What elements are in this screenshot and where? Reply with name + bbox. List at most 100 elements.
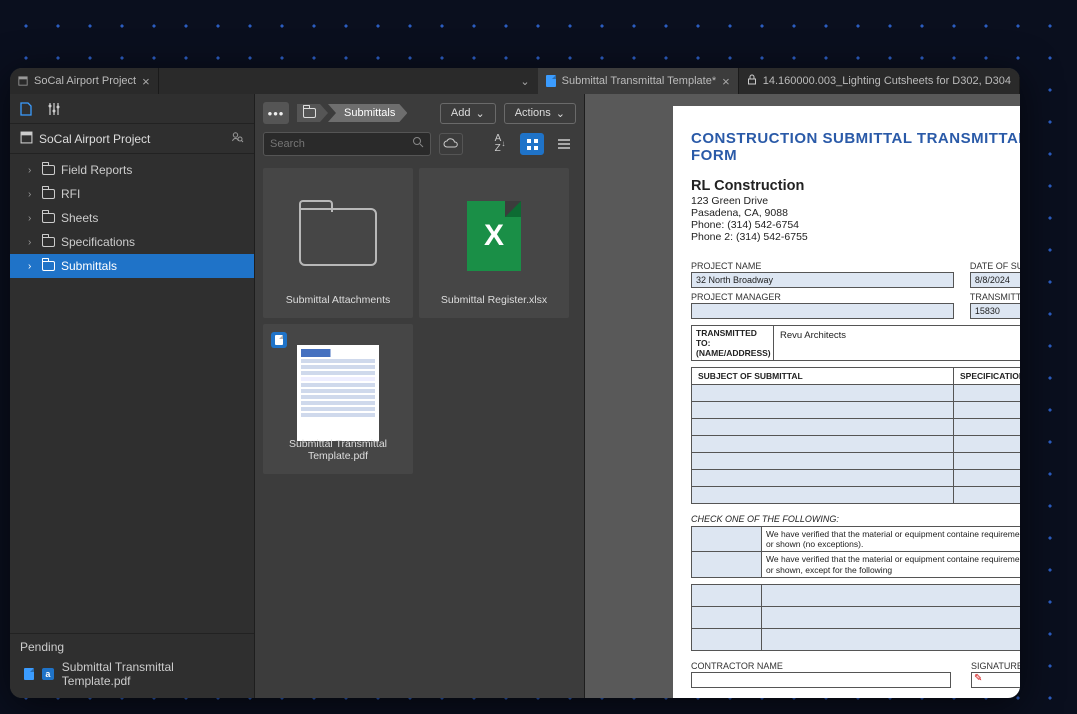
- table-row[interactable]: [692, 453, 1020, 470]
- tab-cutsheets[interactable]: 14.160000.003_Lighting Cutsheets for D30…: [739, 68, 1020, 94]
- check-text: We have verified that the material or eq…: [762, 527, 1020, 551]
- file-label: Submittal Attachments: [267, 294, 409, 306]
- field-date[interactable]: 8/8/2024: [970, 272, 1020, 288]
- pending-section: Pending a Submittal Transmittal Template…: [10, 633, 254, 698]
- search-icon[interactable]: [412, 135, 424, 153]
- document-icon: [24, 668, 34, 680]
- project-title: SoCal Airport Project: [39, 132, 150, 146]
- chevron-down-icon[interactable]: ⌄: [520, 75, 529, 88]
- file-tile-excel[interactable]: X Submittal Register.xlsx: [419, 168, 569, 318]
- table-row[interactable]: [692, 487, 1020, 504]
- chevron-right-icon: ›: [28, 261, 36, 272]
- document-badge-icon: [271, 332, 287, 348]
- field-label: DATE OF SUBMI: [970, 261, 1020, 271]
- tree-label: Sheets: [61, 211, 98, 225]
- field-label: SIGNATURE: [971, 661, 1020, 671]
- field-label: PROJECT NAME: [691, 261, 954, 271]
- left-tools: [10, 94, 254, 124]
- chevron-right-icon: ›: [28, 189, 36, 200]
- table-row[interactable]: [692, 470, 1020, 487]
- folder-icon: [42, 189, 55, 199]
- field-contractor-name[interactable]: [691, 672, 951, 688]
- center-toolbar: ••• Submittals Add⌄ Actions⌄: [255, 94, 584, 132]
- search-user-icon[interactable]: [230, 130, 244, 147]
- pending-file-name: Submittal Transmittal Template.pdf: [62, 660, 244, 688]
- tab-project[interactable]: SoCal Airport Project ×: [10, 68, 159, 94]
- sort-button[interactable]: AZ↓: [488, 133, 512, 155]
- table-row[interactable]: [692, 436, 1020, 453]
- table-row[interactable]: [692, 629, 1020, 651]
- settings-sliders-icon[interactable]: [46, 101, 62, 117]
- center-panel: ••• Submittals Add⌄ Actions⌄ AZ↓: [255, 94, 585, 698]
- document-page: CONSTRUCTION SUBMITTAL TRANSMITTAL FORM …: [673, 106, 1020, 698]
- field-label: CONTRACTOR NAME: [691, 661, 951, 671]
- folder-icon: [42, 237, 55, 247]
- check-row[interactable]: We have verified that the material or eq…: [692, 552, 1020, 577]
- check-one-label: CHECK ONE OF THE FOLLOWING:: [691, 514, 1020, 524]
- tree-label: Submittals: [61, 259, 117, 273]
- tree-item-specifications[interactable]: ›Specifications: [10, 230, 254, 254]
- check-row[interactable]: We have verified that the material or eq…: [692, 527, 1020, 552]
- lock-icon: [747, 74, 757, 88]
- tab-cutsheets-label: 14.160000.003_Lighting Cutsheets for D30…: [763, 75, 1011, 87]
- project-icon: [20, 131, 33, 147]
- breadcrumb-label: Submittals: [344, 107, 395, 119]
- pending-file-row[interactable]: a Submittal Transmittal Template.pdf: [20, 654, 244, 688]
- column-header: SUBJECT OF SUBMITTAL: [692, 368, 954, 385]
- file-label: Submittal Register.xlsx: [423, 294, 565, 306]
- studio-icon[interactable]: [18, 101, 34, 117]
- cloud-sync-button[interactable]: [439, 133, 463, 155]
- search-input-wrap: [263, 132, 431, 156]
- phone-line: Phone: (314) 542-6754: [691, 219, 1020, 231]
- add-label: Add: [451, 107, 471, 119]
- more-button[interactable]: •••: [263, 102, 289, 124]
- close-icon[interactable]: ×: [722, 74, 730, 89]
- project-header: SoCal Airport Project: [10, 124, 254, 154]
- folder-icon: [42, 261, 55, 271]
- tree-item-field-reports[interactable]: ›Field Reports: [10, 158, 254, 182]
- field-project-name[interactable]: 32 North Broadway: [691, 272, 954, 288]
- breadcrumb-submittals[interactable]: Submittals: [328, 104, 407, 122]
- table-row[interactable]: [692, 402, 1020, 419]
- chevron-down-icon: ⌄: [556, 107, 565, 120]
- actions-button[interactable]: Actions⌄: [504, 103, 576, 124]
- field-project-manager[interactable]: [691, 303, 954, 319]
- project-icon: [18, 76, 28, 86]
- list-view-button[interactable]: [552, 133, 576, 155]
- tab-template[interactable]: Submittal Transmittal Template* ×: [538, 68, 739, 94]
- table-row[interactable]: [692, 585, 1020, 607]
- grid-view-button[interactable]: [520, 133, 544, 155]
- document-viewer[interactable]: CONSTRUCTION SUBMITTAL TRANSMITTAL FORM …: [585, 94, 1020, 698]
- close-icon[interactable]: ×: [142, 74, 150, 89]
- field-transmittal-no[interactable]: 15830: [970, 303, 1020, 319]
- table-row[interactable]: [692, 419, 1020, 436]
- tab-project-label: SoCal Airport Project: [34, 75, 136, 87]
- chevron-right-icon: ›: [28, 237, 36, 248]
- subject-table: SUBJECT OF SUBMITTAL SPECIFICATIONS: [691, 367, 1020, 504]
- file-tile-pdf[interactable]: Submittal Transmittal Template.pdf: [263, 324, 413, 474]
- table-row[interactable]: [692, 385, 1020, 402]
- left-panel: SoCal Airport Project ›Field Reports ›RF…: [10, 94, 255, 698]
- search-input[interactable]: [270, 138, 412, 150]
- window-tab-bar: SoCal Airport Project × ⌄ Submittal Tran…: [10, 68, 1020, 94]
- main-row: SoCal Airport Project ›Field Reports ›RF…: [10, 94, 1020, 698]
- excel-icon: X: [467, 201, 521, 271]
- tree-item-rfi[interactable]: ›RFI: [10, 182, 254, 206]
- phone-line: Phone 2: (314) 542-6755: [691, 231, 1020, 243]
- file-tile-folder[interactable]: Submittal Attachments: [263, 168, 413, 318]
- tree-item-submittals[interactable]: › Submittals: [10, 254, 254, 278]
- breadcrumb-root[interactable]: [297, 104, 328, 122]
- address-line: Pasadena, CA, 9088: [691, 207, 1020, 219]
- tree-item-sheets[interactable]: ›Sheets: [10, 206, 254, 230]
- pending-label: Pending: [20, 640, 244, 654]
- tree-label: Field Reports: [61, 163, 132, 177]
- field-signature[interactable]: ✎: [971, 672, 1020, 688]
- add-button[interactable]: Add⌄: [440, 103, 496, 124]
- file-grid: Submittal Attachments X Submittal Regist…: [255, 164, 584, 698]
- attachment-icon: a: [42, 668, 54, 680]
- folder-icon: [42, 213, 55, 223]
- folder-icon: [303, 108, 316, 118]
- field-transmitted-to[interactable]: Revu Architects: [774, 326, 1020, 360]
- address-line: 123 Green Drive: [691, 195, 1020, 207]
- table-row[interactable]: [692, 607, 1020, 629]
